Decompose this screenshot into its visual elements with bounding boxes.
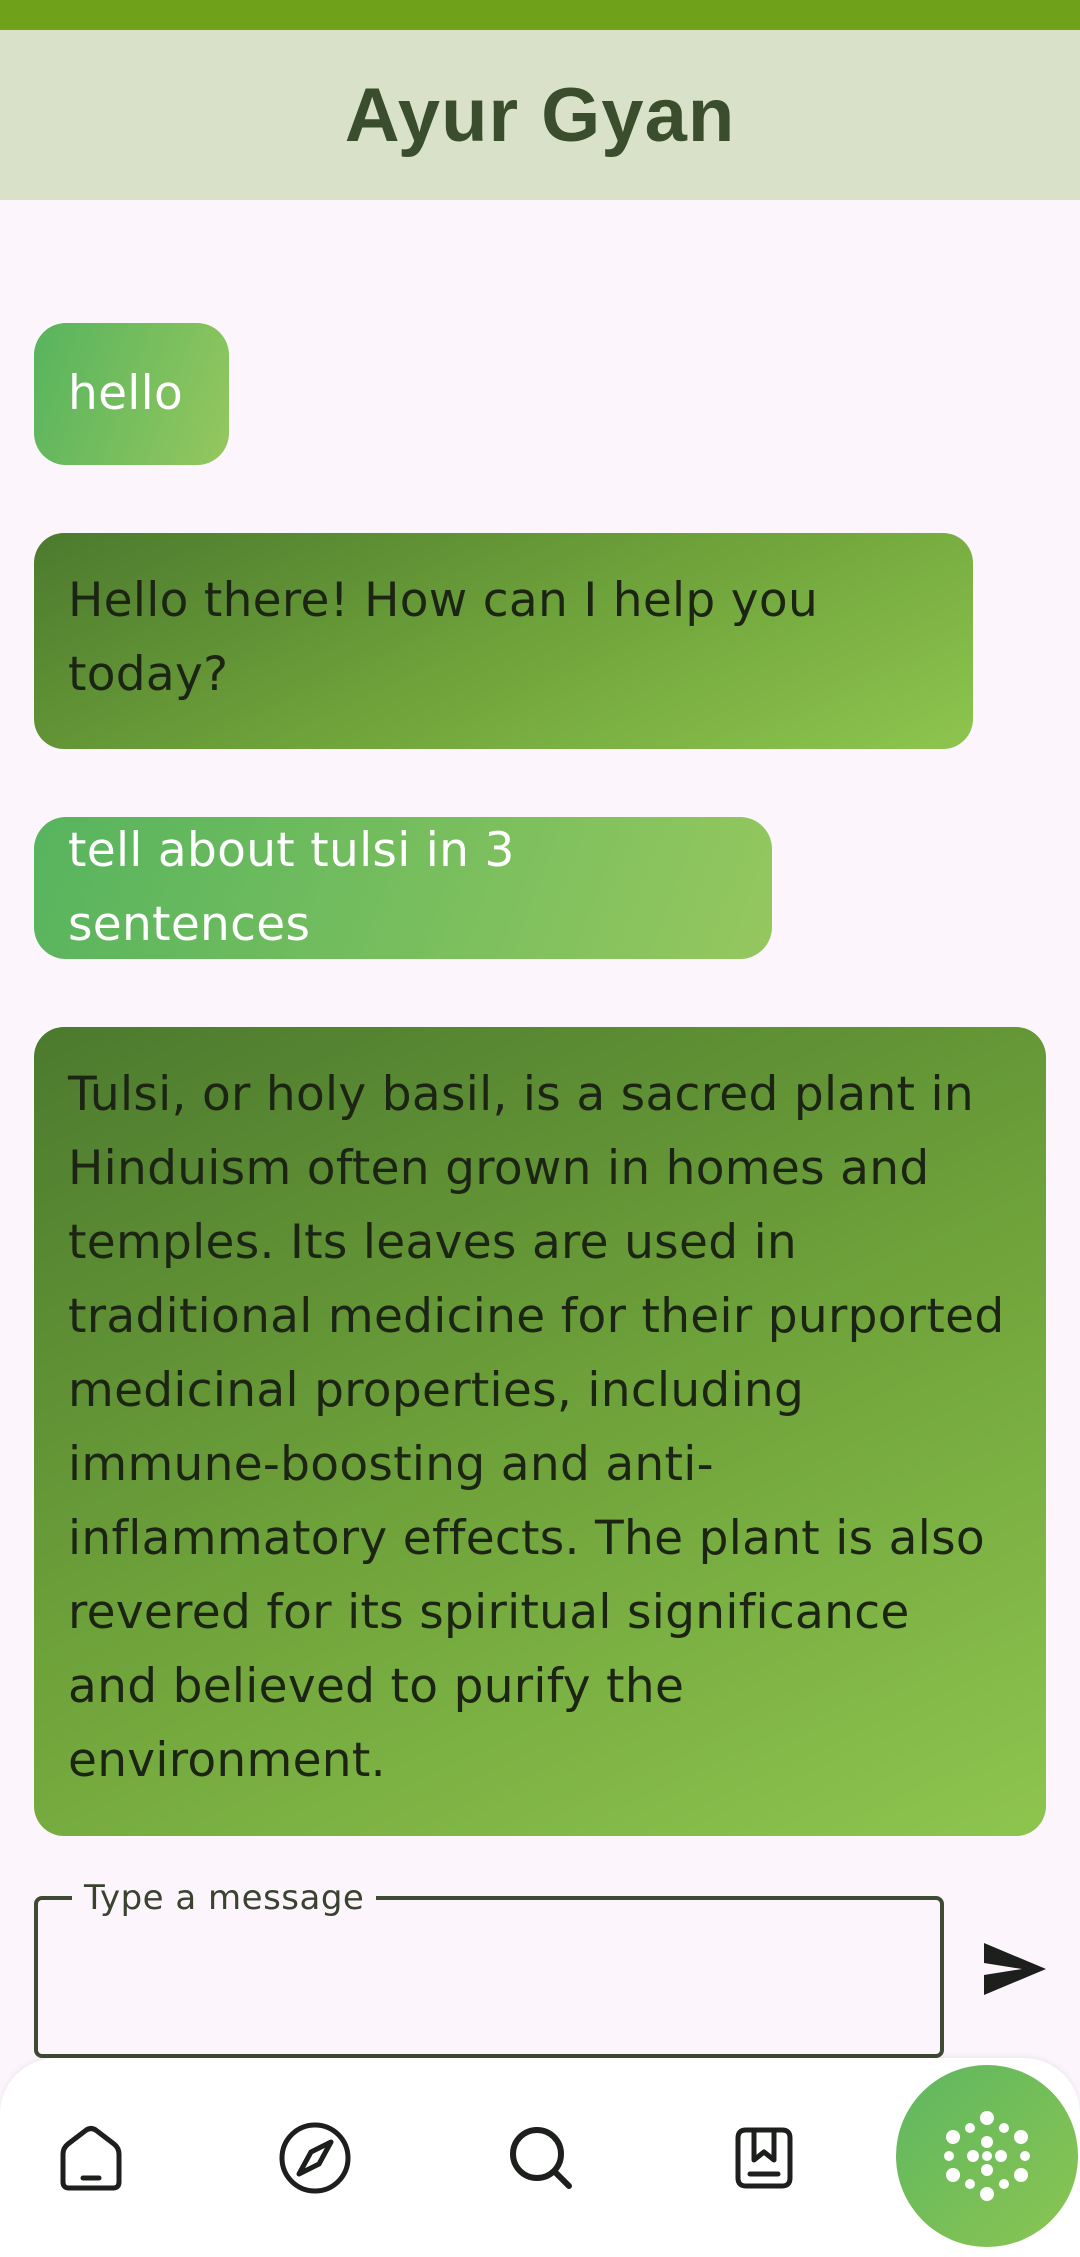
nav-ai-assistant[interactable] (896, 2065, 1078, 2247)
search-icon (510, 2127, 572, 2189)
user-message: hello (34, 323, 229, 465)
app-header: Ayur Gyan (0, 30, 1080, 200)
ai-icon (944, 2111, 1030, 2201)
nav-explore[interactable] (273, 2116, 357, 2200)
message-text: tell about tulsi in 3 sentences (68, 823, 515, 952)
assistant-message: Hello there! How can I help you today? (34, 533, 973, 749)
nav-home[interactable] (49, 2116, 133, 2200)
message-text: hello (68, 366, 184, 421)
send-icon (984, 1943, 1046, 1995)
nav-saved[interactable] (722, 2116, 806, 2200)
message-text: Tulsi, or holy basil, is a sacred plant … (68, 1067, 1005, 1788)
user-message: tell about tulsi in 3 sentences (34, 817, 772, 959)
send-button[interactable] (976, 1930, 1054, 2008)
message-input[interactable] (58, 1940, 922, 2022)
bookmark-icon (735, 2127, 793, 2189)
assistant-message: Tulsi, or holy basil, is a sacred plant … (34, 1027, 1046, 1836)
message-composer[interactable]: Type a message (34, 1878, 944, 2058)
compass-icon (279, 2122, 351, 2194)
app-title: Ayur Gyan (344, 72, 736, 158)
status-bar (0, 0, 1080, 30)
composer-label: Type a message (72, 1878, 377, 1918)
nav-search[interactable] (499, 2116, 583, 2200)
message-text: Hello there! How can I help you today? (68, 573, 819, 702)
home-icon (60, 2126, 122, 2191)
